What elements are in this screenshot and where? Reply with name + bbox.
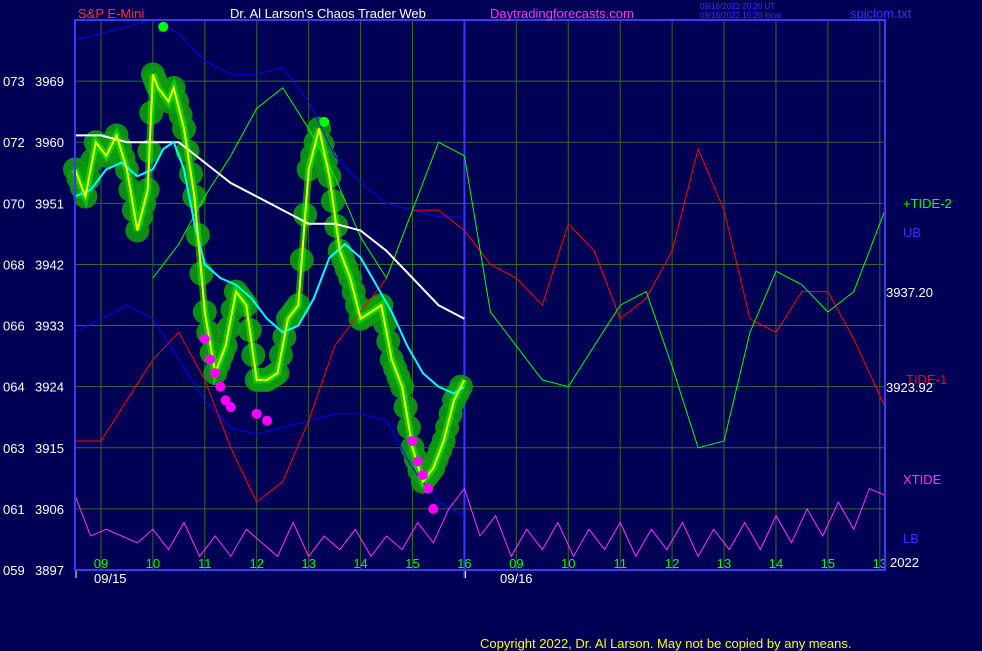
x-tick-label: 11 [198, 556, 212, 571]
symbol-title: S&P E-Mini [78, 6, 145, 21]
copyright: Copyright 2022, Dr. Al Larson. May not b… [480, 636, 852, 651]
green-dot [319, 116, 330, 127]
chart-canvas: 073 3969 072 3960 070 3951 068 3942 066 3933 064 39… [3, 19, 887, 578]
tide2-label: +TIDE-2 [903, 196, 952, 211]
y-tick-label: 3960 [35, 135, 64, 150]
x-tick-label: 11 [613, 556, 627, 571]
x-tick-label: 13 [301, 556, 315, 571]
magenta-dot [412, 456, 423, 467]
x-tick-label: 14 [769, 556, 783, 571]
y-tick-label: 3915 [35, 441, 64, 456]
x-tick-label: 12 [249, 556, 263, 571]
author-title: Dr. Al Larson's Chaos Trader Web [230, 6, 426, 21]
y-tick-label-left: 061 [3, 502, 25, 517]
y-tick-label: 3897 [35, 563, 64, 578]
x-tick-label: 14 [353, 556, 367, 571]
x-tick-label: 15 [821, 556, 835, 571]
price-now-label: 3923.92 [886, 380, 933, 395]
x-tick-label: 15 [405, 556, 419, 571]
series-line-xtide [74, 487, 886, 558]
y-tick-label-left: 059 [3, 563, 25, 578]
y-tick-label: 3969 [35, 74, 64, 89]
y-tick-label: 3906 [35, 502, 64, 517]
timestamp-local: 09/16/2022 15:20 local [700, 11, 781, 20]
magenta-dot [417, 469, 428, 480]
ub-label: UB [903, 225, 922, 240]
y-tick-label-left: 072 [3, 135, 25, 150]
y-tick-label-left: 073 [3, 74, 25, 89]
x-tick-label: 09 [94, 556, 108, 571]
xtide-label: XTIDE [903, 472, 942, 487]
y-tick-label: 3951 [35, 196, 64, 211]
y-tick-label-left: 066 [3, 319, 25, 334]
green-dot [158, 21, 169, 32]
x-tick-label: 13 [717, 556, 731, 571]
y-tick-label: 3942 [35, 257, 64, 272]
x-tick-label: 10 [146, 556, 160, 571]
magenta-dot [423, 483, 434, 494]
y-tick-label-left: 063 [3, 441, 25, 456]
magenta-dot [428, 503, 439, 514]
magenta-dot [225, 402, 236, 413]
y-tick-label: 3924 [35, 380, 64, 395]
x-tick-label: 12 [665, 556, 679, 571]
magenta-dot [407, 435, 418, 446]
magenta-dot [205, 354, 215, 365]
site-link[interactable]: Daytradingforecasts.com [490, 7, 634, 20]
magenta-dot [251, 408, 262, 419]
plot-frame [74, 19, 886, 571]
magenta-dot [210, 368, 221, 379]
magenta-dot [262, 415, 273, 426]
x-tick-label: 09 [509, 556, 523, 571]
y-tick-label: 3933 [35, 319, 64, 334]
magenta-dot [215, 381, 226, 392]
date-label-day2: 09/16 [500, 571, 533, 586]
filename-label: spjclom.txt [850, 6, 912, 21]
y-tick-label-left: 068 [3, 257, 25, 272]
timestamp-ut: 09/16/2022 20:20 UT [700, 2, 776, 11]
y-tick-label-left: 064 [3, 380, 25, 395]
date-label-day1: 09/15 [94, 571, 127, 586]
lb-label: LB [903, 531, 919, 546]
x-tick-label: 10 [561, 556, 575, 571]
magenta-dot [199, 334, 210, 345]
y-tick-label-left: 070 [3, 196, 25, 211]
year-label: 2022 [890, 555, 919, 570]
price-last-label: 3937.20 [886, 285, 933, 300]
